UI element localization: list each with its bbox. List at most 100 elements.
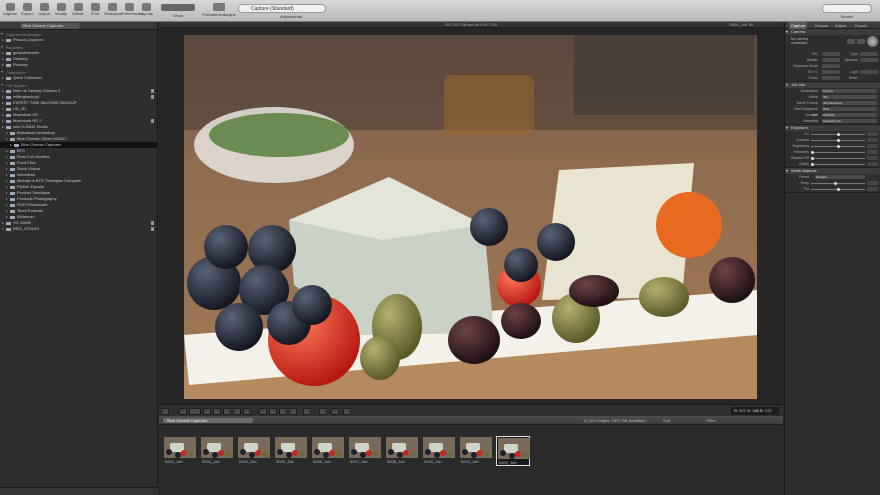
show-button[interactable]: Show — [160, 3, 196, 20]
tab-browse[interactable]: Browse — [815, 22, 828, 29]
library-section-header[interactable]: Favorites — [0, 43, 157, 50]
tab-adjust[interactable]: Adjust — [835, 22, 846, 29]
loupe-tool-button[interactable] — [233, 407, 241, 415]
slider-track[interactable] — [811, 182, 865, 184]
camera-settings-icon[interactable] — [847, 39, 855, 44]
portrait-landscape-button[interactable]: Portrait/Landscape — [200, 3, 238, 17]
fit-view-button[interactable] — [279, 407, 287, 415]
filter-menu[interactable]: Filter — [707, 416, 716, 425]
slider-knob[interactable] — [836, 144, 840, 148]
thumbnail[interactable]: 0005_Job — [274, 436, 308, 466]
slider-knob[interactable] — [810, 150, 814, 154]
library-section-header[interactable]: File System — [0, 81, 157, 88]
sort-menu[interactable]: Sort — [663, 416, 670, 425]
slider-value-field[interactable] — [867, 150, 878, 154]
camera-setting-field[interactable] — [822, 64, 840, 68]
camera-setting-field[interactable] — [822, 70, 840, 74]
slider-knob[interactable] — [836, 132, 840, 136]
library-search-field[interactable]: Blue Cheese Captures — [20, 23, 80, 29]
slider-knob[interactable] — [836, 187, 840, 191]
export-button[interactable]: Export — [19, 2, 35, 21]
slider-value-field[interactable] — [867, 162, 878, 166]
slider-value-field[interactable] — [867, 144, 878, 148]
thumbnail[interactable]: 0006_Job — [311, 436, 345, 466]
main-photo[interactable] — [184, 35, 757, 399]
wb-preset-select[interactable]: Daylight — [815, 175, 865, 179]
folder-icon — [6, 107, 11, 111]
search-control[interactable]: Search — [822, 4, 872, 20]
slider-value-field[interactable] — [867, 132, 878, 136]
camera-setting-field[interactable] — [822, 52, 840, 56]
output-button[interactable]: Output — [36, 2, 52, 21]
slider-track[interactable] — [811, 151, 865, 153]
print-button[interactable]: Print — [87, 2, 103, 21]
output-icon — [39, 3, 49, 11]
modify-button[interactable]: Modify — [53, 2, 69, 21]
clipping-warning-button[interactable] — [331, 407, 339, 415]
job-info-field[interactable]: Standard Info — [822, 119, 877, 123]
capture-button[interactable]: Capture — [2, 2, 18, 21]
rotate-right-button[interactable] — [269, 407, 277, 415]
thumbnail[interactable]: 0004_Job — [237, 436, 271, 466]
capture-shutter-button[interactable] — [867, 36, 878, 47]
filmstrip-header: Blue Cheese Captures 10 (4/1 images, 183… — [159, 416, 783, 425]
straighten-tool-button[interactable] — [213, 407, 221, 415]
slideshow-button[interactable]: Slideshow — [104, 2, 122, 21]
thumbnail[interactable]: 0002_Job — [163, 436, 197, 466]
hand-tool-button[interactable] — [179, 407, 187, 415]
thumbnail[interactable]: 0009_Job — [496, 436, 530, 466]
crop-tool-button[interactable] — [203, 407, 211, 415]
live-video-icon[interactable] — [857, 39, 865, 44]
tab-export[interactable]: Export — [855, 22, 867, 29]
split-view-button[interactable] — [161, 407, 169, 415]
preferences-button[interactable]: Preferences — [121, 2, 143, 21]
job-info-field[interactable]: Phocus — [822, 89, 877, 93]
current-folder-pill[interactable]: Blue Cheese Captures — [163, 418, 253, 423]
job-info-field[interactable]: 0011 — [822, 107, 877, 111]
camera-setting-field[interactable] — [822, 76, 840, 80]
slider-value-field[interactable] — [867, 181, 878, 185]
grid-overlay-button[interactable] — [319, 407, 327, 415]
disclosure-triangle-icon[interactable]: ▸ — [2, 226, 4, 232]
job-info-field[interactable]: 2016-08 — [822, 113, 877, 117]
portrait-landscape-label: Portrait/Landscape — [202, 12, 236, 17]
camera-setting-field[interactable] — [860, 52, 878, 56]
thumbnail[interactable]: 0008_Job — [385, 436, 419, 466]
tab-capture[interactable]: Capture — [789, 22, 808, 29]
folder-icon — [10, 191, 15, 195]
wb-picker-button[interactable] — [223, 407, 231, 415]
zoom-tool-button[interactable] — [189, 407, 201, 415]
slider-knob[interactable] — [836, 138, 840, 142]
thumbnail[interactable]: 0003_Job — [200, 436, 234, 466]
retouch-tool-button[interactable] — [243, 407, 251, 415]
slider-track[interactable] — [811, 163, 865, 165]
camera-setting-field[interactable] — [860, 58, 878, 62]
folder-row[interactable]: ▸ RDG_STUDIO — [0, 226, 157, 232]
compare-button[interactable] — [343, 407, 351, 415]
search-input[interactable] — [822, 4, 872, 13]
delete-button[interactable]: Delete — [70, 2, 86, 21]
thumbnail[interactable]: 0009_Job — [422, 436, 456, 466]
library-section-header[interactable]: Capture Destination — [0, 30, 157, 37]
slider-knob[interactable] — [833, 181, 837, 185]
rotate-left-button[interactable] — [259, 407, 267, 415]
slider-value-field[interactable] — [867, 138, 878, 142]
thumbnail[interactable]: 0007_Job — [348, 436, 382, 466]
slider-knob[interactable] — [810, 156, 814, 160]
job-info-field[interactable]: Job — [822, 95, 877, 99]
adjustments-preset-field[interactable]: Capture (Standard) — [238, 4, 326, 13]
view-mode-segment[interactable] — [161, 4, 195, 11]
focus-mask-button[interactable] — [303, 407, 311, 415]
camera-setting-field[interactable] — [860, 70, 878, 74]
library-section-header[interactable]: Collections — [0, 68, 157, 75]
thumbnail[interactable]: 0010_Job — [459, 436, 493, 466]
job-info-rows: Destination Phocus Name Job Name Format Job S… — [785, 88, 880, 124]
slider-knob[interactable] — [810, 162, 814, 166]
slider-value-field[interactable] — [867, 156, 878, 160]
camera-setting-field[interactable] — [822, 58, 840, 62]
actual-size-button[interactable] — [289, 407, 297, 415]
layouts-button[interactable]: Layouts — [138, 2, 154, 21]
slider-track[interactable] — [811, 157, 865, 159]
slider-value-field[interactable] — [867, 187, 878, 191]
job-info-field[interactable]: Job Sequence — [822, 101, 877, 105]
